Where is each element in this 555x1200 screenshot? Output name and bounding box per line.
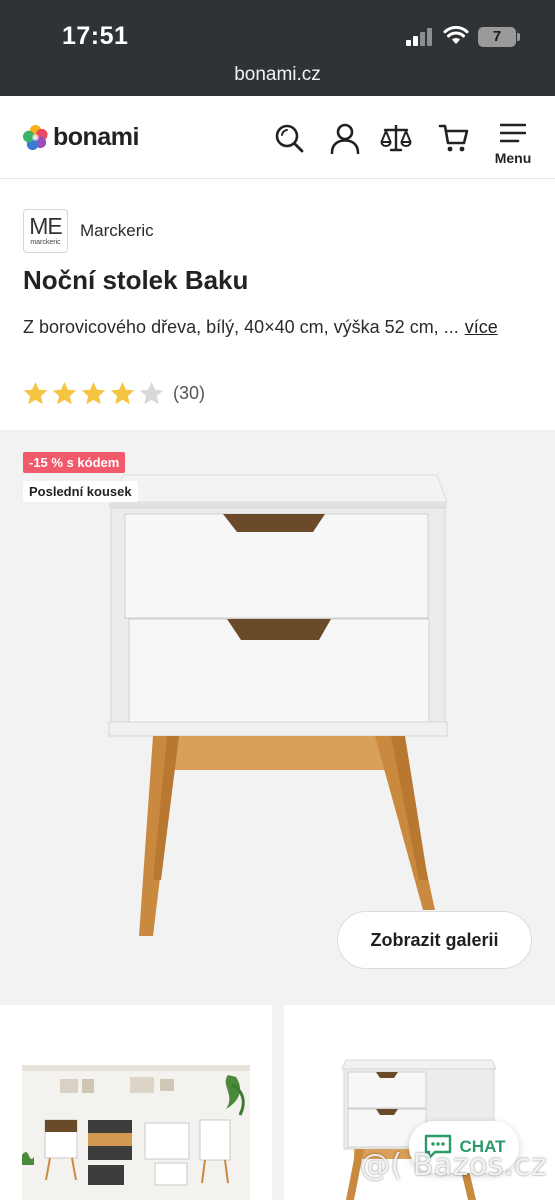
product-description: Z borovicového dřeva, bílý, 40×40 cm, vý… xyxy=(23,313,533,341)
battery-indicator: 7 xyxy=(478,27,516,47)
menu-label: Menu xyxy=(494,150,532,166)
compare-icon[interactable] xyxy=(380,122,412,154)
more-link[interactable]: více xyxy=(465,317,498,337)
status-time: 17:51 xyxy=(62,22,129,50)
user-icon[interactable] xyxy=(329,122,361,154)
rating-stars xyxy=(22,380,167,407)
watermark: @( Bazos.cz xyxy=(360,1148,548,1183)
description-text: Z borovicového dřeva, bílý, 40×40 cm, vý… xyxy=(23,317,459,337)
signal-icon xyxy=(406,28,434,46)
site-header: bonami Menu xyxy=(0,96,555,179)
menu-button[interactable]: Menu xyxy=(490,122,536,168)
brand-link[interactable]: ME marckeric Marckeric xyxy=(23,209,154,253)
last-item-badge: Poslední kousek xyxy=(23,481,138,502)
rating-count: (30) xyxy=(173,382,206,403)
brand-logo-small: marckeric xyxy=(30,239,61,246)
wifi-icon xyxy=(443,26,469,44)
cart-icon[interactable] xyxy=(438,122,470,154)
hamburger-icon xyxy=(499,123,527,143)
logo-text: bonami xyxy=(53,122,139,151)
star-filled-icon xyxy=(52,381,77,404)
star-filled-icon xyxy=(23,381,48,404)
product-rating[interactable]: (30) xyxy=(22,379,205,407)
star-filled-icon xyxy=(110,381,135,404)
product-title: Noční stolek Baku xyxy=(23,265,249,295)
brand-logo-letters: ME xyxy=(29,213,63,239)
room-photo-image xyxy=(22,1065,250,1200)
address-bar-url[interactable]: bonami.cz xyxy=(0,64,555,86)
bonami-flower-icon xyxy=(22,124,48,150)
show-gallery-button[interactable]: Zobrazit galerii xyxy=(337,911,532,969)
battery-cap xyxy=(517,33,520,41)
brand-logo: ME marckeric xyxy=(23,209,68,253)
thumbnail-room-photo[interactable] xyxy=(0,1005,272,1200)
star-empty-icon xyxy=(139,381,164,404)
product-image-nightstand[interactable] xyxy=(105,470,455,940)
search-icon[interactable] xyxy=(273,122,305,154)
discount-badge: -15 % s kódem xyxy=(23,452,126,473)
bonami-logo[interactable]: bonami xyxy=(22,121,139,153)
star-filled-icon xyxy=(81,381,106,404)
ios-status-bar: 17:51 7 bonami.cz xyxy=(0,0,555,96)
brand-name: Marckeric xyxy=(80,221,154,240)
